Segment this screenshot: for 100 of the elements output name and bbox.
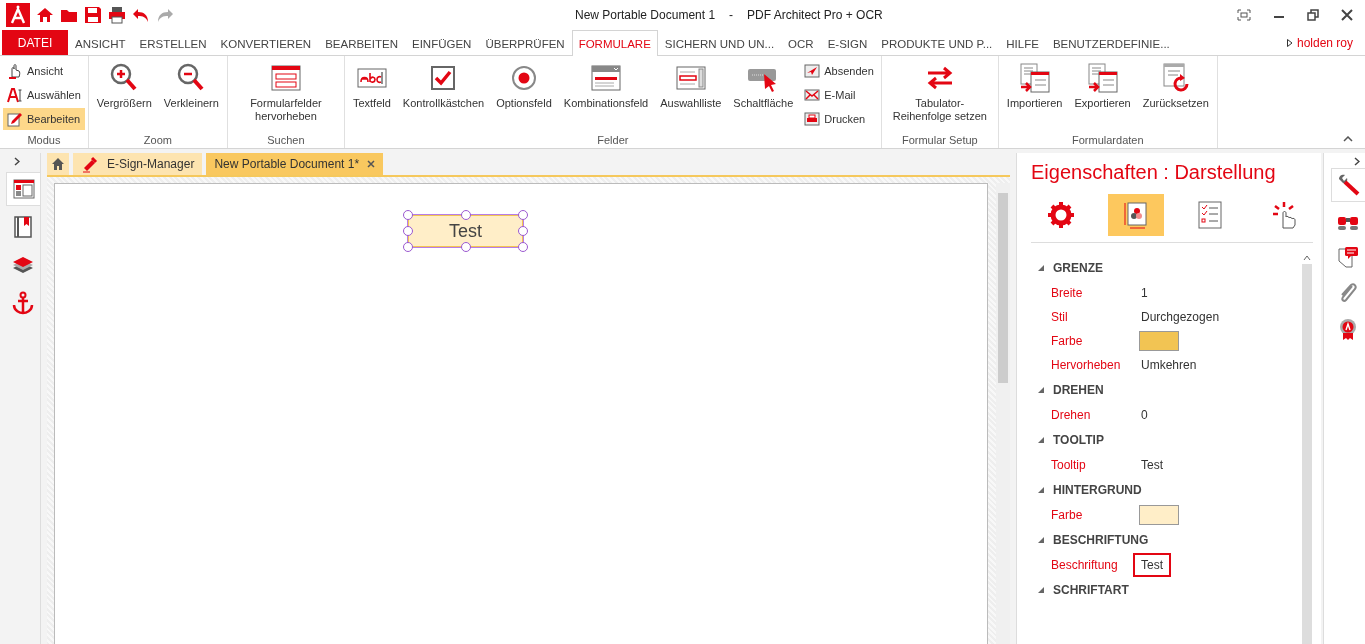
section-heading: DREHEN [1053, 383, 1104, 397]
panel-title: Eigenschaften : Darstellung [1031, 160, 1277, 185]
user-name[interactable]: holden roy [1296, 35, 1353, 50]
envelope-icon [804, 87, 821, 103]
section-heading: BESCHRIFTUNG [1053, 533, 1149, 547]
ribbon-button[interactable]: Auswahlliste [655, 60, 727, 112]
property-label: Beschriftung [1051, 558, 1119, 572]
ribbon-button[interactable]: Importieren [1001, 60, 1068, 112]
home-tab[interactable] [47, 153, 69, 175]
hand-icon [7, 63, 23, 79]
form-button[interactable]: Test [408, 215, 523, 247]
collapse-triangle-icon[interactable] [1037, 586, 1045, 594]
expand-icon[interactable] [14, 157, 20, 166]
gear-icon [1046, 200, 1077, 230]
property-value[interactable]: 1 [1133, 281, 1156, 305]
ribbon-button[interactable]: Absenden [800, 60, 878, 82]
ribbon-button[interactable]: Exportieren [1069, 60, 1136, 112]
property-label: Farbe [1051, 334, 1084, 348]
text-cursor-icon [7, 87, 23, 103]
ribbon-button[interactable]: Bearbeiten [3, 108, 85, 130]
ribbon-tab[interactable]: ERSTELLEN [132, 30, 214, 56]
ribbon-button[interactable]: Textfeld [347, 60, 396, 112]
property-label: Stil [1051, 310, 1069, 324]
side-panel-tab[interactable] [1330, 168, 1365, 202]
save-icon[interactable] [84, 6, 102, 24]
scroll-up-icon[interactable] [1303, 255, 1311, 261]
group-label: Modus [26, 134, 62, 148]
close-icon[interactable] [1341, 9, 1353, 21]
document-tab[interactable]: New Portable Document 1* [206, 153, 384, 175]
ribbon-button[interactable]: Kombinationsfeld [558, 60, 654, 112]
document-tab[interactable]: E-Sign-Manager [73, 153, 203, 175]
ribbon-tab[interactable]: HILFE [999, 30, 1046, 56]
close-icon[interactable] [367, 160, 376, 168]
color-swatch[interactable] [1139, 331, 1179, 351]
ribbon-button[interactable]: Vergrößern [91, 60, 157, 112]
ribbon-button[interactable]: Formularfelder hervorheben [230, 60, 341, 125]
section-heading: SCHRIFTART [1053, 583, 1129, 597]
ribbon-tab[interactable]: OCR [781, 30, 821, 56]
comment-icon [1335, 245, 1360, 269]
collapse-triangle-icon[interactable] [1037, 536, 1045, 544]
resize-handle[interactable] [460, 210, 471, 220]
ribbon-button[interactable]: Drucken [800, 108, 878, 130]
ribbon-tab[interactable]: E-SIGN [820, 30, 875, 56]
property-label: Drehen [1051, 408, 1092, 422]
ribbon-button[interactable]: E-Mail [800, 84, 878, 106]
property-value[interactable]: Test [1133, 553, 1171, 577]
file-menu-tab[interactable]: DATEI [2, 30, 68, 55]
ribbon-button[interactable]: Tabulator-Reihenfolge setzen [884, 60, 995, 125]
ribbon-tab[interactable]: SICHERN UND UN... [657, 30, 782, 56]
property-value[interactable]: Umkehren [1133, 353, 1205, 377]
color-swatch[interactable] [1139, 505, 1179, 525]
ribbon-tab[interactable]: PRODUKTE UND P... [874, 30, 1000, 56]
collapse-triangle-icon[interactable] [1037, 386, 1045, 394]
ribbon-button[interactable]: Verkleinern [158, 60, 224, 112]
section-heading: HINTERGRUND [1053, 483, 1142, 497]
ribbon-button[interactable]: Zurücksetzen [1137, 60, 1214, 112]
app-logo-icon [6, 3, 30, 27]
ribbon-button[interactable]: Schaltfläche [728, 60, 799, 112]
caret-icon [1286, 38, 1293, 47]
group-label: Formulardaten [1071, 134, 1145, 148]
collapse-triangle-icon[interactable] [1037, 486, 1045, 494]
ribbon-tab[interactable]: ANSICHT [68, 30, 133, 56]
ribbon-tab[interactable]: BEARBEITEN [318, 30, 405, 56]
ribbon-tab[interactable]: BENUTZERDEFINIE... [1045, 30, 1177, 56]
scrollbar[interactable] [996, 183, 1010, 644]
ribbon-tab[interactable]: EINFÜGEN [405, 30, 479, 56]
ribbon-tab[interactable]: ÜBERPRÜFEN [478, 30, 572, 56]
ribbon-button[interactable]: Ansicht [3, 60, 85, 82]
group-label: Formular Setup [900, 134, 979, 148]
highlight-fields-icon [269, 62, 302, 94]
ribbon-tab[interactable]: KONVERTIEREN [213, 30, 319, 56]
resize-handle[interactable] [460, 242, 471, 252]
collapse-triangle-icon[interactable] [1037, 264, 1045, 272]
property-value[interactable]: 0 [1133, 403, 1156, 427]
group-label: Felder [596, 134, 630, 148]
property-value[interactable]: Durchgezogen [1133, 305, 1228, 329]
fullscreen-icon[interactable] [1237, 9, 1251, 21]
printer-icon[interactable] [108, 6, 126, 24]
collapse-icon[interactable] [1343, 136, 1353, 142]
property-value[interactable]: Test [1133, 453, 1171, 477]
ribbon-button[interactable]: Optionsfeld [491, 60, 557, 112]
home-icon[interactable] [36, 6, 54, 24]
export-icon [1086, 62, 1119, 94]
ribbon-button[interactable]: Auswählen [3, 84, 85, 106]
bookmark-icon [11, 215, 35, 239]
side-panel-tab[interactable] [6, 172, 40, 206]
property-label: Hervorheben [1051, 358, 1122, 372]
printer-icon [804, 111, 821, 127]
pen-icon [81, 155, 99, 173]
ribbon-tab[interactable]: FORMULARE [571, 30, 658, 56]
thumbnails-icon [11, 177, 36, 201]
section-heading: TOOLTIP [1053, 433, 1104, 447]
expand-icon[interactable] [1353, 157, 1360, 166]
property-label: Farbe [1051, 508, 1084, 522]
combo-box-icon [590, 62, 622, 94]
properties-tab[interactable] [1107, 194, 1164, 236]
section-heading: GRENZE [1053, 261, 1103, 275]
restore-icon[interactable] [1307, 9, 1319, 21]
collapse-triangle-icon[interactable] [1037, 436, 1045, 444]
ribbon-button[interactable]: Kontrollkästchen [397, 60, 490, 112]
